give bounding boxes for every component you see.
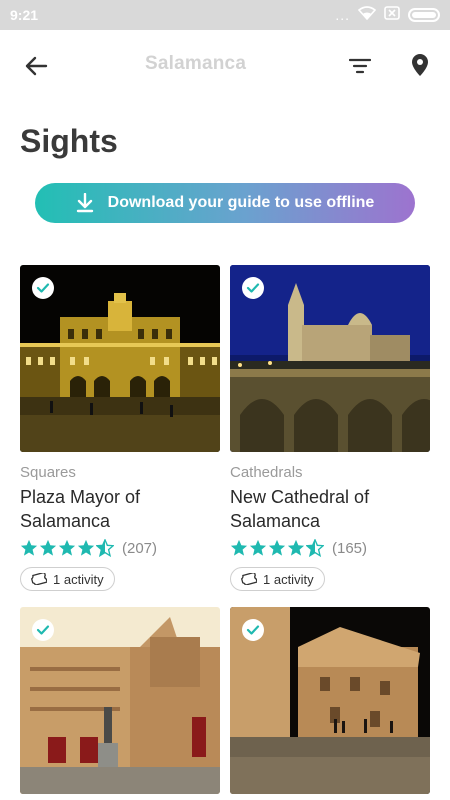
download-icon [76, 193, 94, 213]
star-rating [20, 539, 114, 557]
download-label: Download your guide to use offline [107, 194, 375, 211]
rating-row: (165) [230, 539, 430, 557]
star-icon [20, 539, 38, 556]
activity-pill[interactable]: 1 activity [230, 567, 325, 591]
activity-label: 1 activity [263, 571, 314, 587]
sight-image [20, 607, 220, 794]
map-button[interactable] [406, 50, 434, 80]
sight-card[interactable] [230, 607, 430, 794]
star-icon [77, 539, 95, 556]
star-icon [58, 539, 76, 556]
star-icon [230, 539, 248, 556]
status-bar: 9:21 ... [0, 0, 450, 30]
page-title: Sights [20, 123, 118, 159]
sight-category: Squares [20, 464, 76, 481]
visited-check-badge[interactable] [242, 277, 264, 299]
wifi-icon [357, 5, 377, 25]
visited-check-badge[interactable] [32, 619, 54, 641]
status-dots: ... [335, 7, 350, 23]
sight-name[interactable]: New Cathedral of Salamanca [230, 485, 430, 533]
filter-icon [349, 58, 371, 74]
status-icons: ... [335, 5, 440, 25]
check-icon [36, 625, 50, 635]
sight-card[interactable] [20, 607, 220, 794]
visited-check-badge[interactable] [242, 619, 264, 641]
activity-pill[interactable]: 1 activity [20, 567, 115, 591]
no-sim-icon [384, 5, 400, 25]
sight-name[interactable]: Plaza Mayor of Salamanca [20, 485, 220, 533]
battery-icon [408, 8, 440, 22]
sight-image [20, 265, 220, 452]
star-icon [249, 539, 267, 556]
app-bar: Salamanca [0, 30, 450, 100]
back-button[interactable] [22, 52, 50, 80]
star-icon [39, 539, 57, 556]
check-icon [36, 283, 50, 293]
ticket-icon [31, 573, 47, 585]
app-title: Salamanca [145, 53, 247, 74]
check-icon [246, 625, 260, 635]
star-icon [287, 539, 305, 556]
download-guide-button[interactable]: Download your guide to use offline [35, 183, 415, 223]
star-half-icon [306, 539, 324, 557]
rating-count: (207) [122, 539, 158, 557]
activity-label: 1 activity [53, 571, 104, 587]
sight-category: Cathedrals [230, 464, 303, 481]
location-pin-icon [412, 54, 428, 76]
star-half-icon [96, 539, 114, 557]
star-icon [268, 539, 286, 556]
ticket-icon [241, 573, 257, 585]
arrow-left-icon [25, 56, 48, 76]
sight-image [230, 265, 430, 452]
rating-count: (165) [332, 539, 368, 557]
sight-card[interactable]: Cathedrals New Cathedral of Salamanca (1… [230, 265, 430, 591]
visited-check-badge[interactable] [32, 277, 54, 299]
star-rating [230, 539, 324, 557]
sight-image [230, 607, 430, 794]
sight-card[interactable]: Squares Plaza Mayor of Salamanca (207) 1… [20, 265, 220, 591]
check-icon [246, 283, 260, 293]
status-time: 9:21 [10, 7, 39, 23]
rating-row: (207) [20, 539, 220, 557]
filter-button[interactable] [346, 52, 374, 80]
